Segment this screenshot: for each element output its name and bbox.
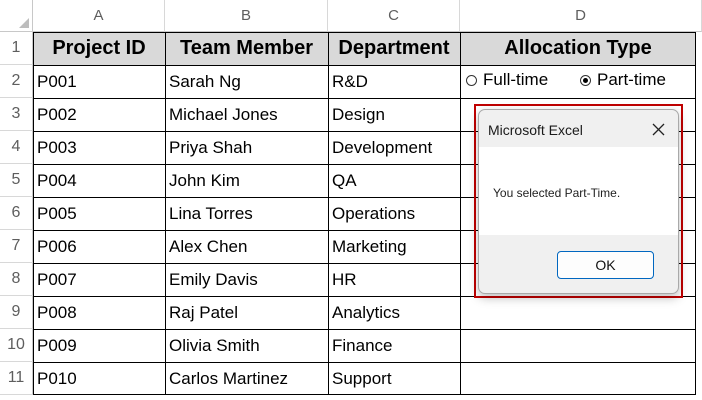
cell-team-member[interactable]: Sarah Ng: [165, 65, 328, 98]
select-all-corner[interactable]: [0, 0, 33, 32]
ok-button[interactable]: OK: [557, 251, 654, 279]
cell-department[interactable]: HR: [328, 263, 460, 296]
cell-project-id[interactable]: P008: [33, 296, 165, 329]
cell-department[interactable]: QA: [328, 164, 460, 197]
radio-full-time[interactable]: Full-time: [466, 68, 548, 92]
dialog-message: You selected Part-Time.: [493, 186, 621, 200]
row-header-7[interactable]: 7: [0, 230, 33, 263]
cell-department[interactable]: Development: [328, 131, 460, 164]
cell-project-id[interactable]: P005: [33, 197, 165, 230]
cell-project-id[interactable]: P001: [33, 65, 165, 98]
table-border: [33, 65, 696, 66]
cell-team-member[interactable]: Michael Jones: [165, 98, 328, 131]
cell-department[interactable]: Design: [328, 98, 460, 131]
cell-department[interactable]: Finance: [328, 329, 460, 362]
cell-team-member[interactable]: Olivia Smith: [165, 329, 328, 362]
table-border: [165, 32, 166, 395]
column-header-c[interactable]: C: [328, 0, 460, 32]
cell-team-member[interactable]: Lina Torres: [165, 197, 328, 230]
cell-team-member[interactable]: Alex Chen: [165, 230, 328, 263]
radio-part-time[interactable]: Part-time: [580, 68, 666, 92]
table-border: [33, 394, 696, 395]
column-header-a[interactable]: A: [33, 0, 165, 32]
row-header-9[interactable]: 9: [0, 296, 33, 329]
table-border: [460, 32, 461, 395]
row-header-8[interactable]: 8: [0, 263, 33, 296]
radio-checked-icon: [580, 74, 591, 86]
cell-department[interactable]: Operations: [328, 197, 460, 230]
cell-team-member[interactable]: Priya Shah: [165, 131, 328, 164]
header-department[interactable]: Department: [328, 32, 460, 65]
row-header-6[interactable]: 6: [0, 197, 33, 230]
dialog-close-button[interactable]: [648, 119, 668, 139]
cell-project-id[interactable]: P009: [33, 329, 165, 362]
cell-team-member[interactable]: John Kim: [165, 164, 328, 197]
header-team-member[interactable]: Team Member: [165, 32, 328, 65]
cell-project-id[interactable]: P010: [33, 362, 165, 395]
header-project-id[interactable]: Project ID: [33, 32, 165, 65]
cell-department[interactable]: R&D: [328, 65, 460, 98]
table-border: [33, 98, 696, 99]
table-border: [33, 32, 696, 33]
dialog-body: You selected Part-Time.: [479, 147, 678, 235]
cell-department[interactable]: Marketing: [328, 230, 460, 263]
cell-department[interactable]: Analytics: [328, 296, 460, 329]
message-box: Microsoft Excel You selected Part-Time. …: [478, 109, 679, 294]
table-border: [33, 32, 34, 395]
cell-project-id[interactable]: P002: [33, 98, 165, 131]
table-border: [695, 32, 696, 395]
table-border: [328, 32, 329, 395]
cell-project-id[interactable]: P007: [33, 263, 165, 296]
cell-team-member[interactable]: Emily Davis: [165, 263, 328, 296]
dialog-title: Microsoft Excel: [488, 122, 583, 138]
radio-part-time-label: Part-time: [597, 70, 666, 89]
cell-team-member[interactable]: Carlos Martinez: [165, 362, 328, 395]
cell-team-member[interactable]: Raj Patel: [165, 296, 328, 329]
radio-unchecked-icon: [466, 74, 477, 86]
table-border: [33, 329, 696, 330]
row-header-4[interactable]: 4: [0, 131, 33, 164]
header-allocation-type[interactable]: Allocation Type: [460, 32, 696, 65]
cell-department[interactable]: Support: [328, 362, 460, 395]
column-header-d[interactable]: D: [460, 0, 702, 32]
row-header-10[interactable]: 10: [0, 329, 33, 362]
close-icon: [652, 123, 664, 135]
row-header-5[interactable]: 5: [0, 164, 33, 197]
table-border: [33, 362, 696, 363]
row-header-3[interactable]: 3: [0, 98, 33, 131]
cell-project-id[interactable]: P006: [33, 230, 165, 263]
row-header-11[interactable]: 11: [0, 362, 33, 395]
cell-project-id[interactable]: P004: [33, 164, 165, 197]
radio-full-time-label: Full-time: [483, 70, 549, 89]
column-header-b[interactable]: B: [165, 0, 328, 32]
row-header-2[interactable]: 2: [0, 65, 33, 98]
cell-project-id[interactable]: P003: [33, 131, 165, 164]
row-header-1[interactable]: 1: [0, 32, 33, 65]
